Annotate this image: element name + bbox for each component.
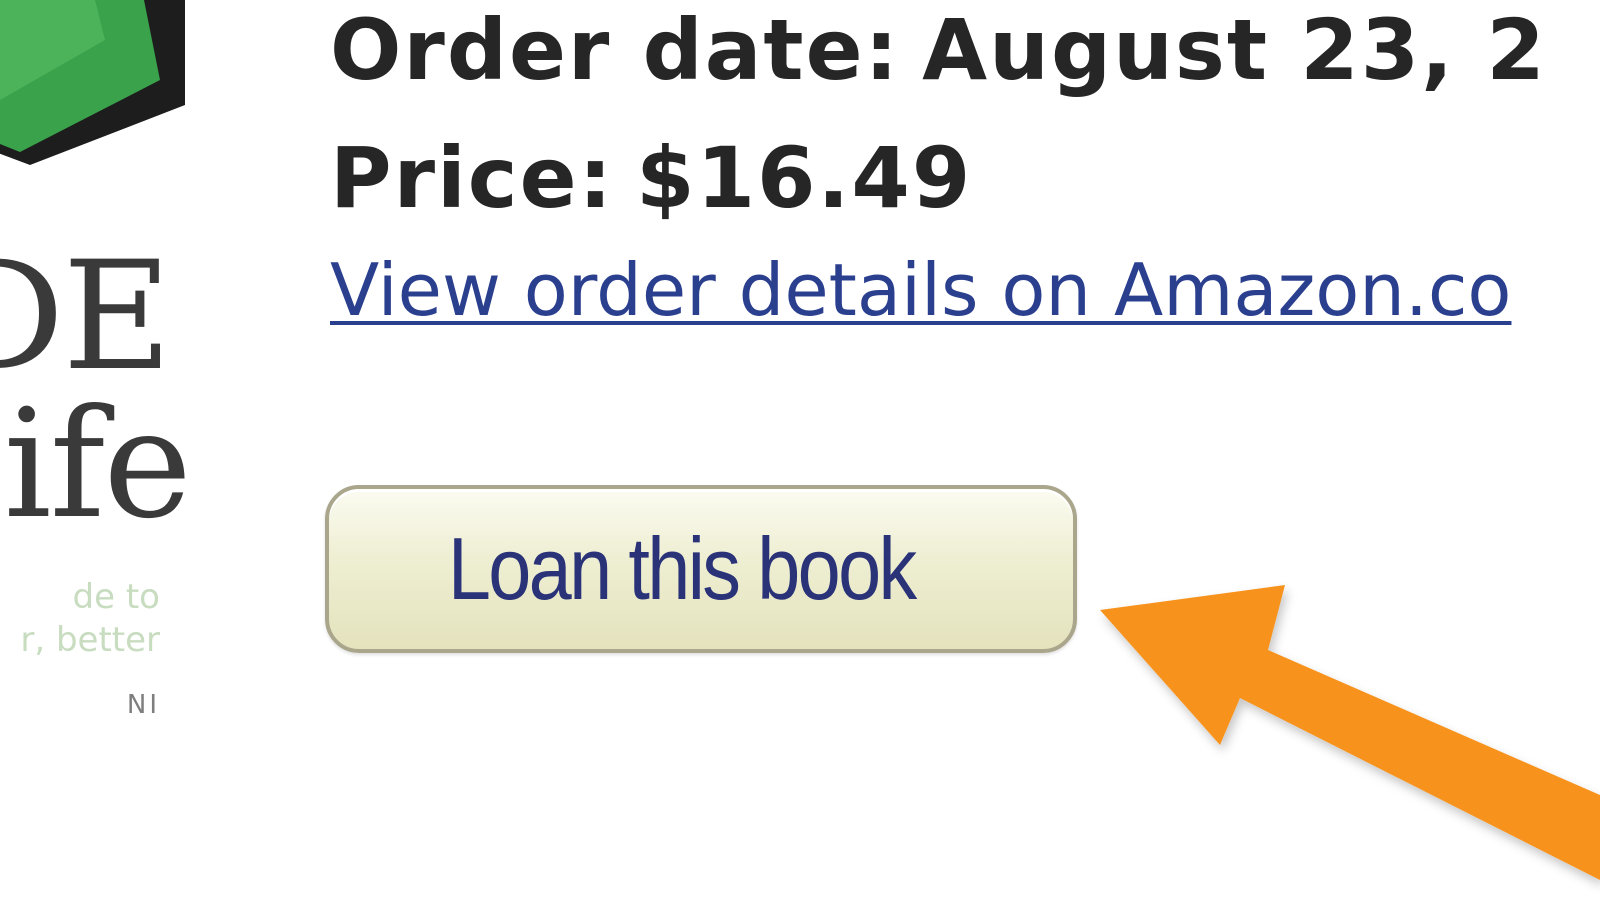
- cover-title-line-2: ife: [3, 378, 192, 552]
- loan-this-book-button[interactable]: Loan this book: [325, 485, 1077, 653]
- book-cover-image: DE ife de to r, better NI: [0, 0, 205, 760]
- order-info: Order date: August 23, 2 Price: $16.49 Vie…: [330, 0, 1600, 360]
- cover-author-fragment: NI: [126, 690, 160, 720]
- price-value: $16.49: [636, 129, 973, 227]
- book-cover-art: [0, 0, 185, 165]
- order-date-label: Order date:: [330, 1, 901, 99]
- cover-subtitle-line-2: r, better: [20, 620, 160, 660]
- kindle-order-page: DE ife de to r, better NI Order date: Aug…: [0, 0, 1600, 900]
- cover-title-line-1: DE: [0, 230, 172, 404]
- price-label: Price:: [330, 129, 615, 227]
- orange-arrow-icon: [1100, 585, 1600, 880]
- loan-button-label: Loan this book: [447, 519, 917, 618]
- order-date-value: August 23, 2: [922, 1, 1547, 99]
- price-row: Price: $16.49: [330, 130, 972, 226]
- view-order-details-link[interactable]: View order details on Amazon.co: [330, 250, 1511, 330]
- order-date-row: Order date: August 23, 2: [330, 2, 1547, 98]
- cover-subtitle-line-1: de to: [72, 577, 160, 617]
